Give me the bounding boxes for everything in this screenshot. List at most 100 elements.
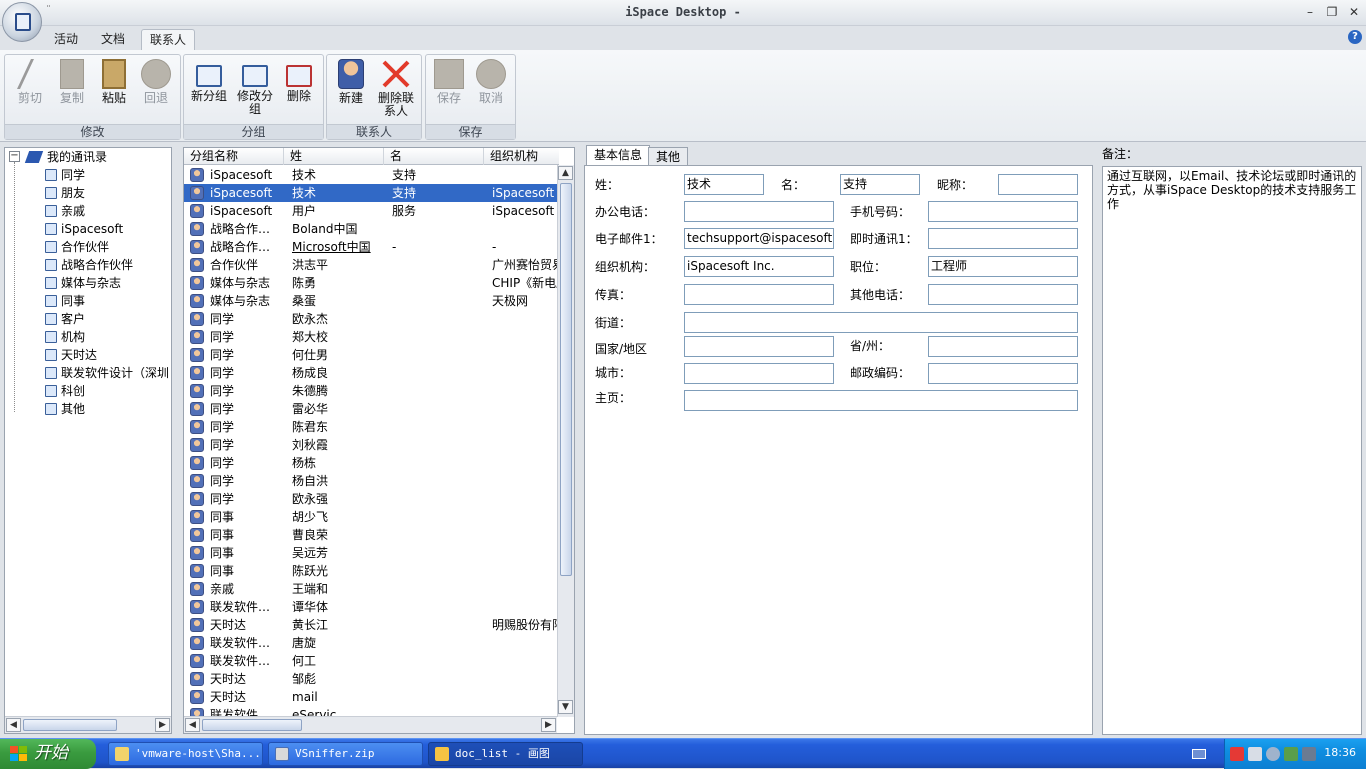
cut-button[interactable]: 剪切: [7, 57, 53, 121]
table-row[interactable]: 同学 朱德腾: [184, 382, 559, 400]
table-row[interactable]: 天时达 黄长江 明赐股份有限: [184, 616, 559, 634]
table-row[interactable]: 联发软件… 唐旋: [184, 634, 559, 652]
keyboard-icon[interactable]: [1192, 749, 1206, 759]
table-row[interactable]: iSpacesoft 用户 服务 iSpacesoft Inc: [184, 202, 559, 220]
tree-item[interactable]: 亲戚: [41, 202, 85, 220]
tree-item[interactable]: 天时达: [41, 346, 97, 364]
table-row[interactable]: 合作伙伴 洪志平 广州赛怡贸易: [184, 256, 559, 274]
column-header-last-name[interactable]: 姓: [284, 148, 384, 165]
zip-field[interactable]: [928, 363, 1078, 384]
city-field[interactable]: [684, 363, 834, 384]
tree-item[interactable]: 科创: [41, 382, 85, 400]
mobile-field[interactable]: [928, 201, 1078, 222]
list-vertical-scrollbar[interactable]: ▲ ▼: [557, 165, 574, 717]
province-field[interactable]: [928, 336, 1078, 357]
table-row[interactable]: 亲戚 王端和: [184, 580, 559, 598]
quick-access-dropdown[interactable]: ¨: [46, 5, 51, 16]
table-row[interactable]: 同学 刘秋霞: [184, 436, 559, 454]
tree-root[interactable]: 我的通讯录: [23, 148, 107, 166]
im-field[interactable]: [928, 228, 1078, 249]
job-title-field[interactable]: 工程师: [928, 256, 1078, 277]
table-row[interactable]: 同学 杨成良: [184, 364, 559, 382]
table-row[interactable]: 战略合作… Microsoft中国 - -: [184, 238, 559, 256]
scroll-right-icon[interactable]: ▶: [541, 718, 556, 732]
street-field[interactable]: [684, 312, 1078, 333]
table-row[interactable]: 同事 胡少飞: [184, 508, 559, 526]
table-row[interactable]: 同学 郑大校: [184, 328, 559, 346]
homepage-field[interactable]: [684, 390, 1078, 411]
undo-button[interactable]: 回退: [133, 57, 179, 121]
scroll-down-icon[interactable]: ▼: [558, 700, 573, 714]
scroll-thumb[interactable]: [560, 183, 572, 576]
restore-button[interactable]: ❐: [1324, 4, 1340, 20]
fax-field[interactable]: [684, 284, 834, 305]
tree-item[interactable]: 其他: [41, 400, 85, 418]
taskbar-item-vmware-host[interactable]: 'vmware-host\Sha...: [108, 742, 263, 766]
table-row[interactable]: 媒体与杂志 陈勇 CHIP《新电脑: [184, 274, 559, 292]
volume-icon[interactable]: [1266, 747, 1280, 761]
delete-group-button[interactable]: 删除: [276, 57, 322, 121]
table-row[interactable]: 同学 杨自洪: [184, 472, 559, 490]
tree-item[interactable]: 同学: [41, 166, 85, 184]
tree-item[interactable]: 合作伙伴: [41, 238, 109, 256]
tree-item[interactable]: 联发软件设计（深圳: [41, 364, 169, 382]
cancel-button[interactable]: 取消: [468, 57, 514, 121]
other-phone-field[interactable]: [928, 284, 1078, 305]
table-row[interactable]: 天时达 邹彪: [184, 670, 559, 688]
table-row[interactable]: 天时达 mail: [184, 688, 559, 706]
column-header-organization[interactable]: 组织机构: [484, 148, 560, 165]
table-row[interactable]: 同学 雷必华: [184, 400, 559, 418]
minimize-button[interactable]: –: [1302, 4, 1318, 20]
update-icon[interactable]: [1284, 747, 1298, 761]
tree-item[interactable]: iSpacesoft: [41, 220, 123, 238]
scroll-up-icon[interactable]: ▲: [558, 166, 573, 180]
table-row[interactable]: 同事 吴远芳: [184, 544, 559, 562]
taskbar-item-vsniffer[interactable]: VSniffer.zip: [268, 742, 423, 766]
close-button[interactable]: ✕: [1346, 4, 1362, 20]
taskbar-item-paint[interactable]: doc_list - 画图: [428, 742, 583, 766]
table-row[interactable]: iSpacesoft 技术 支持: [184, 166, 559, 184]
paste-button[interactable]: 粘贴: [91, 57, 137, 121]
tree-horizontal-scrollbar[interactable]: ◀ ▶: [5, 716, 171, 733]
new-group-button[interactable]: 新分组: [186, 57, 232, 121]
scroll-thumb[interactable]: [23, 719, 117, 731]
collapse-icon[interactable]: −: [9, 151, 20, 162]
table-row[interactable]: 同事 曹良荣: [184, 526, 559, 544]
column-header-first-name[interactable]: 名: [384, 148, 484, 165]
help-icon[interactable]: ?: [1348, 30, 1362, 44]
tree-item[interactable]: 客户: [41, 310, 85, 328]
network-icon[interactable]: [1248, 747, 1262, 761]
new-contact-button[interactable]: 新建: [328, 57, 374, 121]
table-row[interactable]: 同学 何仕男: [184, 346, 559, 364]
app-menu-button[interactable]: [2, 2, 42, 42]
tree-item[interactable]: 战略合作伙伴: [41, 256, 133, 274]
delete-contact-button[interactable]: 删除联系人: [373, 57, 419, 121]
table-row[interactable]: 战略合作… Boland中国: [184, 220, 559, 238]
nickname-field[interactable]: [998, 174, 1078, 195]
table-row[interactable]: 同学 杨栋: [184, 454, 559, 472]
table-row[interactable]: 媒体与杂志 桑蛋 天极网: [184, 292, 559, 310]
table-row[interactable]: 同学 欧永杰: [184, 310, 559, 328]
vmware-icon[interactable]: [1302, 747, 1316, 761]
last-name-field[interactable]: 技术: [684, 174, 764, 195]
save-button[interactable]: 保存: [426, 57, 472, 121]
table-row[interactable]: 联发软件… 何工: [184, 652, 559, 670]
tree-item[interactable]: 媒体与杂志: [41, 274, 121, 292]
first-name-field[interactable]: 支持: [840, 174, 920, 195]
tab-other[interactable]: 其他: [648, 147, 689, 166]
tree-item[interactable]: 同事: [41, 292, 85, 310]
tab-contacts[interactable]: 联系人: [141, 29, 196, 50]
office-phone-field[interactable]: [684, 201, 834, 222]
tab-basic-info[interactable]: 基本信息: [586, 145, 651, 166]
table-row[interactable]: iSpacesoft 技术 支持 iSpacesoft Inc: [184, 184, 559, 202]
tab-activity[interactable]: 活动: [46, 29, 86, 50]
organization-field[interactable]: iSpacesoft Inc.: [684, 256, 834, 277]
tab-documents[interactable]: 文档: [93, 29, 133, 50]
scroll-left-icon[interactable]: ◀: [185, 718, 200, 732]
column-header-group[interactable]: 分组名称: [184, 148, 284, 165]
security-icon[interactable]: [1230, 747, 1244, 761]
copy-button[interactable]: 复制: [49, 57, 95, 121]
table-row[interactable]: 同学 欧永强: [184, 490, 559, 508]
table-row[interactable]: 同事 陈跃光: [184, 562, 559, 580]
table-row[interactable]: 联发软件… 谭华体: [184, 598, 559, 616]
